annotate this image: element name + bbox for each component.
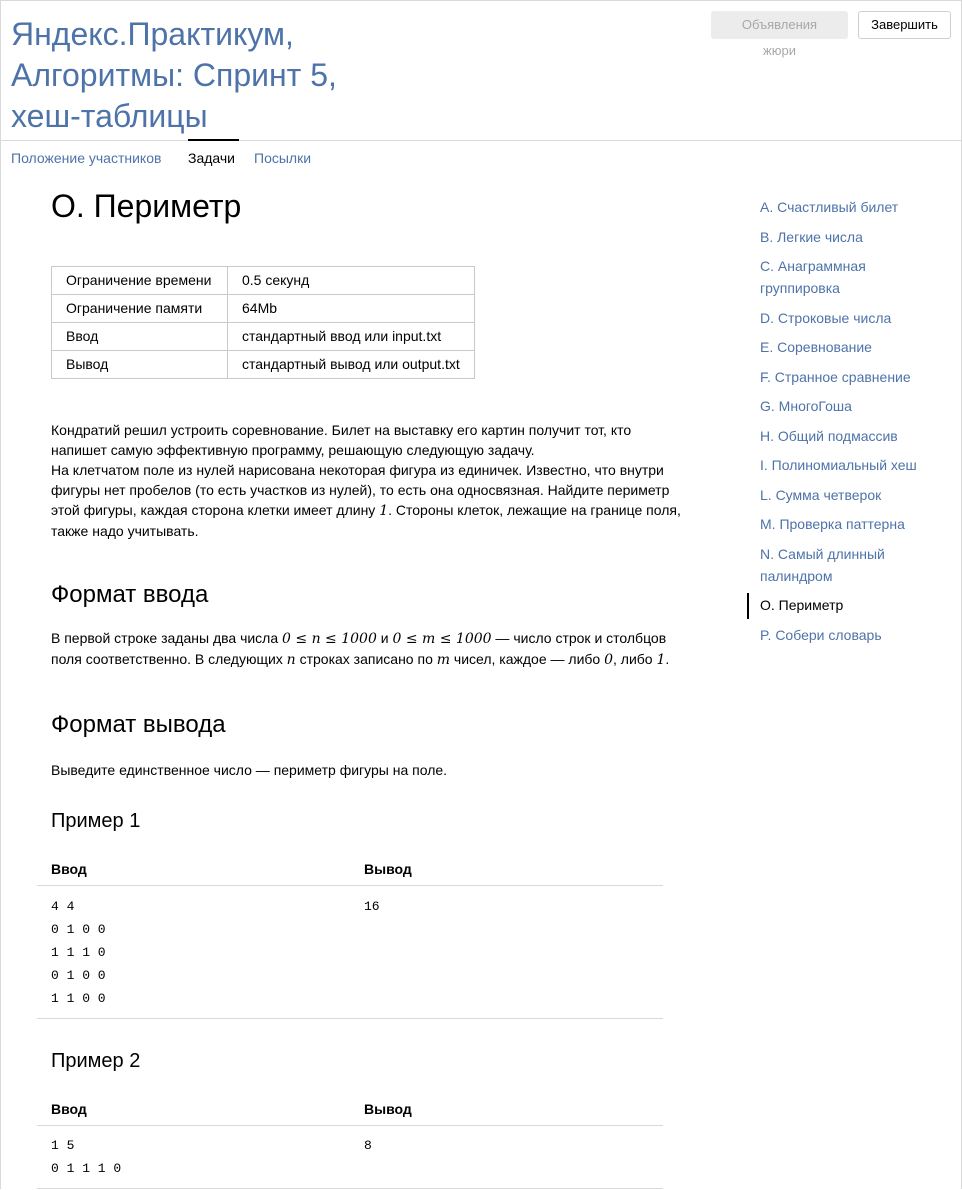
sidebar-item-m[interactable]: M. Проверка паттерна [760,513,940,535]
table-row: Ввод стандартный ввод или input.txt [51,322,475,351]
example-output-label: Вывод [364,861,412,877]
header-divider [0,140,962,141]
sidebar-item-n[interactable]: N. Самый длинный палиндром [760,543,940,587]
sidebar-item-p[interactable]: P. Собери словарь [760,624,940,646]
example-input[interactable]: 1 5 0 1 1 1 0 [51,1134,121,1180]
contest-title[interactable]: Яндекс.Практикум, Алгоритмы: Спринт 5, х… [11,14,411,137]
limit-value: 0.5 секунд [227,266,475,295]
math: n [286,652,296,668]
sidebar-item-e[interactable]: E. Соревнование [760,336,940,358]
limit-value: 64Mb [227,294,475,323]
example-heading: Пример 1 [51,810,141,832]
sidebar-item-b[interactable]: B. Легкие числа [760,226,940,248]
active-problem-marker [747,593,749,619]
sidebar-item-c[interactable]: C. Анаграммная группировка [760,255,940,299]
limit-key: Ограничение времени [51,266,228,295]
example-output[interactable]: 8 [364,1134,372,1157]
problem-title: O. Периметр [51,188,242,224]
example-input[interactable]: 4 4 0 1 0 0 1 1 1 0 0 1 0 0 1 1 0 0 [51,895,106,1010]
legend-paragraph: Кондратий решил устроить соревнование. Б… [51,422,632,458]
example-output-label: Вывод [364,1101,412,1117]
limit-key: Ввод [51,322,228,351]
math: 0 [604,652,614,668]
math: 1 [379,503,389,519]
limit-key: Вывод [51,350,228,379]
tab-submissions[interactable]: Посылки [254,149,311,167]
example-divider [37,1188,663,1189]
table-row: Ограничение памяти 64Mb [51,294,475,323]
limit-key: Ограничение памяти [51,294,228,323]
problem-legend: Кондратий решил устроить соревнование. Б… [51,420,681,541]
example-input-label: Ввод [51,1101,87,1117]
tab-standings[interactable]: Положение участников [11,149,161,167]
output-format-heading: Формат вывода [51,711,226,738]
sidebar-item-h[interactable]: H. Общий подмассив [760,425,940,447]
limit-value: стандартный ввод или input.txt [227,322,475,351]
sidebar-item-i[interactable]: I. Полиномиальный хеш [760,454,940,476]
math: m [436,652,451,668]
example-divider [37,1125,663,1126]
sidebar-item-l[interactable]: L. Сумма четверок [760,484,940,506]
output-format-text: Выведите единственное число — периметр ф… [51,762,448,778]
legend-paragraph: На клетчатом поле из нулей нарисована не… [51,462,681,539]
limits-table: Ограничение времени 0.5 секунд Ограничен… [51,266,475,379]
tab-problems[interactable]: Задачи [188,149,235,167]
finish-button[interactable]: Завершить [858,11,951,39]
example-input-label: Ввод [51,861,87,877]
input-format-text: В первой строке заданы два числа 0 ≤ n ≤… [51,630,670,668]
jury-announcements-button[interactable]: Объявления жюри [711,11,848,58]
example-divider [37,885,663,886]
table-row: Ограничение времени 0.5 секунд [51,266,475,295]
sidebar-item-f[interactable]: F. Странное сравнение [760,366,940,388]
example-heading: Пример 2 [51,1050,141,1072]
active-tab-indicator [188,139,239,141]
math: 0 ≤ n ≤ 1000 [282,631,377,647]
input-format-heading: Формат ввода [51,581,209,608]
example-output[interactable]: 16 [364,895,380,918]
problem-list: A. Счастливый билет B. Легкие числа C. А… [760,196,940,653]
sidebar-item-d[interactable]: D. Строковые числа [760,307,940,329]
limit-value: стандартный вывод или output.txt [227,350,475,379]
example-divider [37,1018,663,1019]
sidebar-item-o[interactable]: O. Периметр [760,594,940,616]
table-row: Вывод стандартный вывод или output.txt [51,350,475,379]
sidebar-item-g[interactable]: G. МногоГоша [760,395,940,417]
sidebar-item-a[interactable]: A. Счастливый билет [760,196,940,218]
math: 0 ≤ m ≤ 1000 [392,631,492,647]
